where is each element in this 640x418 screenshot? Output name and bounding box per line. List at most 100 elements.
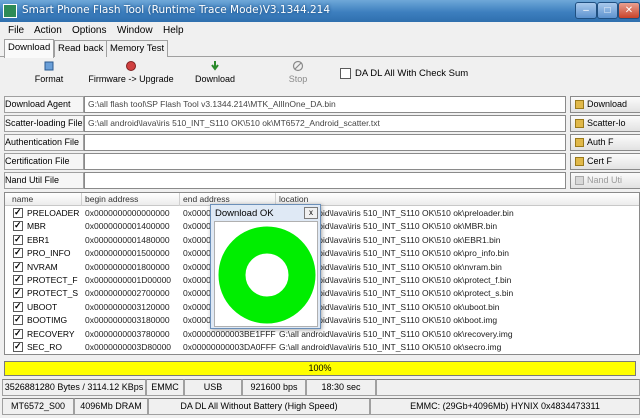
partition-checkbox[interactable]: [13, 341, 23, 352]
column-header-end[interactable]: end address: [183, 194, 230, 204]
folder-icon: [575, 100, 584, 109]
partition-name: PROTECT_F: [27, 275, 78, 285]
partition-name: EBR1: [27, 234, 50, 245]
nand-util-browse-label: Nand Uti: [587, 175, 623, 185]
download-agent-browse-button[interactable]: Download: [570, 96, 640, 113]
partition-checkbox[interactable]: [13, 234, 23, 245]
format-button[interactable]: Format: [32, 60, 66, 84]
scatter-file-field[interactable]: G:\all android\lava\iris 510_INT_S110 OK…: [84, 115, 566, 132]
minimize-button[interactable]: –: [575, 2, 597, 19]
download-agent-label: Download Agent: [5, 99, 71, 109]
table-row[interactable]: RECOVERY 0x0000000003780000 0x00000000003B…: [5, 328, 639, 341]
begin-address: 0x0000000003120000: [85, 301, 170, 312]
column-header-begin[interactable]: begin address: [85, 194, 138, 204]
stop-button[interactable]: Stop: [283, 60, 313, 84]
table-row[interactable]: SEC_RO 0x0000000003D80000 0x00000000003DA0…: [5, 341, 639, 354]
partition-location: G:\all android\lava\iris 510_INT_S110 OK…: [279, 328, 513, 339]
partition-checkbox[interactable]: [13, 261, 23, 272]
column-header-name[interactable]: name: [12, 194, 33, 204]
baud-rate: 921600 bps: [242, 379, 306, 396]
nand-util-file-label: Nand Util File: [5, 175, 60, 185]
partition-location: G:\all android\lava\iris 510_INT_S110 OK…: [279, 342, 502, 352]
tab-read-back[interactable]: Read back: [54, 40, 108, 57]
end-address: 0x00000000003DA0FFF: [183, 342, 277, 352]
nand-util-file-field[interactable]: [84, 172, 566, 189]
toolbar: Format Firmware -> Upgrade Download Stop: [0, 58, 640, 90]
download-agent-row: Download Agent G:\all flash tool\SP Flas…: [0, 95, 640, 114]
stop-icon: [292, 60, 304, 72]
maximize-button[interactable]: □: [597, 2, 618, 19]
begin-address: 0x0000000000000000: [85, 208, 170, 218]
authentication-file-field[interactable]: [84, 134, 566, 151]
da-dl-checksum-checkbox[interactable]: [340, 68, 351, 79]
download-button[interactable]: Download: [192, 60, 238, 84]
download-agent-field[interactable]: G:\all flash tool\SP Flash Tool v3.1344.…: [84, 96, 566, 113]
table-row[interactable]: NVRAM0x00000000018000000x0000000001G:\al…: [5, 261, 639, 274]
success-ring-icon: [218, 226, 316, 324]
scatter-browse-button[interactable]: Scatter-lo: [570, 115, 640, 132]
begin-address: 0x0000000001D00000: [85, 275, 172, 285]
elapsed-time: 18:30 sec: [306, 379, 376, 396]
partition-checkbox[interactable]: [13, 247, 23, 259]
upgrade-icon: [126, 61, 136, 71]
partition-checkbox[interactable]: [13, 207, 23, 218]
firmware-upgrade-label: Firmware -> Upgrade: [88, 74, 174, 84]
authentication-file-label: Authentication File: [5, 137, 80, 147]
app-icon: [3, 4, 17, 18]
auth-browse-button[interactable]: Auth F: [570, 134, 640, 151]
menu-bar: File Action Options Window Help: [0, 22, 640, 39]
menu-file[interactable]: File: [8, 25, 24, 36]
column-divider[interactable]: [179, 193, 180, 206]
table-row[interactable]: PRELOADER0x00000000000000000x0000000000G…: [5, 207, 639, 220]
dialog-close-button[interactable]: x: [304, 207, 318, 219]
partition-checkbox[interactable]: [13, 301, 23, 312]
title-bar: Smart Phone Flash Tool (Runtime Trace Mo…: [0, 0, 640, 22]
dialog-body: [214, 221, 318, 327]
certification-file-label: Certification File: [5, 156, 70, 166]
scatter-browse-label: Scatter-lo: [587, 118, 626, 128]
partition-checkbox[interactable]: [13, 314, 23, 326]
table-row[interactable]: EBR10x00000000014800000x0000000001G:\all…: [5, 234, 639, 247]
tab-download[interactable]: Download: [4, 39, 55, 58]
folder-icon: [575, 119, 584, 128]
da-dl-checksum-option[interactable]: DA DL All With Check Sum: [340, 68, 468, 79]
menu-help[interactable]: Help: [163, 25, 184, 36]
format-label: Format: [34, 74, 64, 84]
column-divider[interactable]: [81, 193, 82, 206]
partition-checkbox[interactable]: [13, 220, 23, 232]
status-empty-cell: [376, 379, 640, 396]
menu-action[interactable]: Action: [34, 25, 62, 36]
begin-address: 0x0000000003780000: [85, 328, 170, 339]
table-row[interactable]: MBR0x00000000014000000x0000000001G:\all …: [5, 220, 639, 233]
tab-memory-test[interactable]: Memory Test: [106, 40, 169, 57]
close-button[interactable]: ✕: [618, 2, 640, 19]
partition-checkbox[interactable]: [13, 328, 23, 339]
tab-strip: Download Read back Memory Test: [0, 39, 640, 58]
dialog-title: Download OK: [215, 208, 274, 219]
begin-address: 0x0000000002700000: [85, 288, 170, 299]
table-header: name begin address end address location: [5, 193, 639, 206]
menu-options[interactable]: Options: [72, 25, 106, 36]
transfer-rate: 3526881280 Bytes / 3114.12 KBps: [2, 379, 146, 396]
cert-browse-button[interactable]: Cert F: [570, 153, 640, 170]
certification-file-field[interactable]: [84, 153, 566, 170]
column-header-location[interactable]: location: [279, 194, 308, 204]
partition-name: MBR: [27, 221, 46, 232]
download-agent-browse-label: Download: [587, 99, 628, 109]
folder-icon: [575, 157, 584, 166]
storage-type: EMMC: [146, 379, 184, 396]
status-bar-transfer: 3526881280 Bytes / 3114.12 KBps EMMC USB…: [0, 379, 640, 397]
table-row[interactable]: UBOOT0x00000000031200000x0000000003G:\al…: [5, 301, 639, 314]
menu-window[interactable]: Window: [117, 25, 153, 36]
folder-icon: [575, 176, 584, 185]
partition-checkbox[interactable]: [13, 274, 23, 285]
table-row[interactable]: PRO_INFO0x00000000015000000x0000000001G:…: [5, 247, 639, 260]
table-row[interactable]: PROTECT_S0x00000000027000000x0000000003G…: [5, 287, 639, 300]
partition-name: SEC_RO: [27, 342, 62, 352]
partition-checkbox[interactable]: [13, 287, 23, 299]
nand-util-browse-button[interactable]: Nand Uti: [570, 172, 640, 189]
table-row[interactable]: BOOTIMG0x00000000031800000x0000000003G:\…: [5, 314, 639, 327]
firmware-upgrade-button[interactable]: Firmware -> Upgrade: [88, 60, 174, 84]
table-row[interactable]: PROTECT_F0x0000000001D000000x0000000002G…: [5, 274, 639, 287]
partition-name: RECOVERY: [27, 328, 75, 339]
